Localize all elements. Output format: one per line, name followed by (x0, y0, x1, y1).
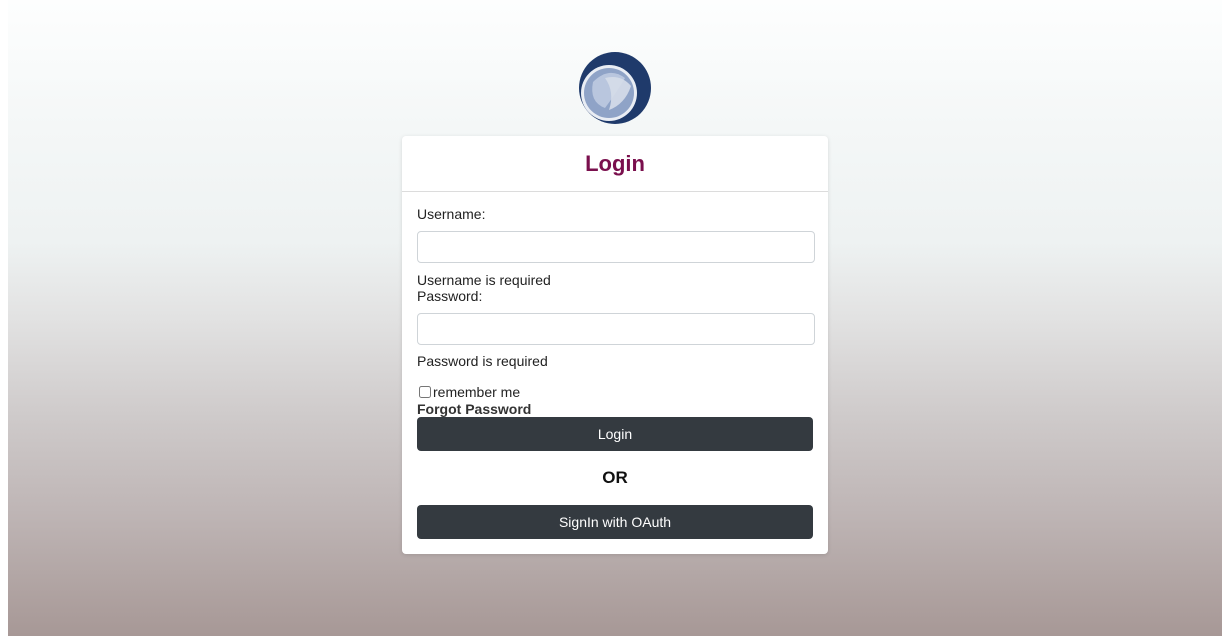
username-label: Username: (417, 206, 486, 222)
login-title: Login (585, 150, 645, 176)
remember-me-label: remember me (433, 384, 521, 400)
oauth-signin-button[interactable]: SignIn with OAuth (417, 505, 813, 539)
password-input[interactable] (417, 313, 815, 345)
remember-me[interactable]: remember me (419, 384, 520, 400)
or-divider: OR (602, 468, 628, 487)
password-error: Password is required (417, 353, 548, 369)
login-card: Login Username: Username is required Pas… (402, 136, 828, 554)
login-card-header: Login (402, 136, 828, 192)
username-error: Username is required (417, 272, 551, 288)
logo (579, 52, 651, 124)
remember-me-checkbox[interactable] (419, 386, 431, 398)
password-label: Password: (417, 288, 483, 304)
username-input[interactable] (417, 231, 815, 263)
login-button[interactable]: Login (417, 417, 813, 451)
forgot-password-link[interactable]: Forgot Password (417, 401, 531, 417)
